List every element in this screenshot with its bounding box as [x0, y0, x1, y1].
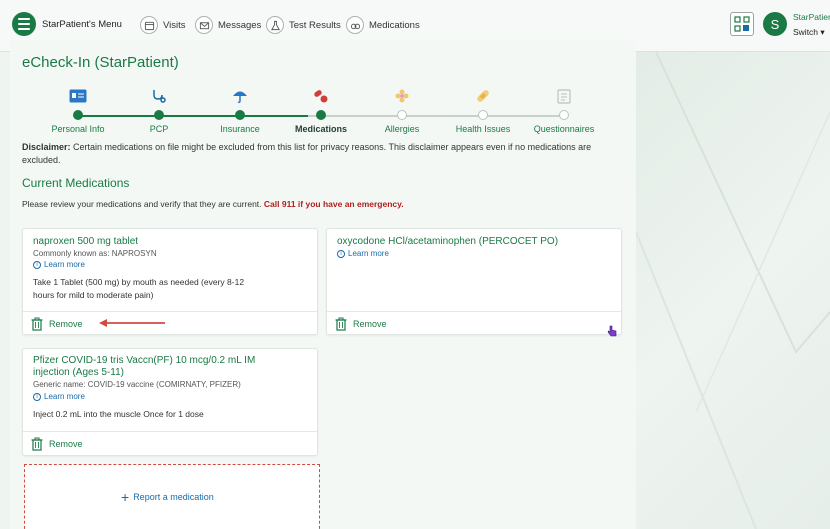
nav-medications-label: Medications [369, 19, 420, 31]
medication-card: Pfizer COVID-19 tris Vaccn(PF) 10 mcg/0.… [22, 348, 318, 456]
step-dot [397, 110, 407, 120]
switch-label: Switch [793, 27, 819, 37]
account-name[interactable]: StarPatier [793, 12, 830, 22]
remove-label: Remove [49, 439, 83, 449]
section-title: Current Medications [22, 176, 130, 190]
switch-account-button[interactable]: Switch ▾ [793, 27, 825, 38]
info-icon: i [337, 249, 345, 258]
disclaimer-text: Certain medications on file might be exc… [22, 142, 592, 165]
step-insurance[interactable]: Insurance [195, 86, 285, 134]
bandage-icon [438, 86, 528, 106]
disclaimer: Disclaimer: Certain medications on file … [22, 141, 622, 167]
card-divider [23, 431, 317, 432]
learn-more-link[interactable]: i Learn more [33, 392, 85, 401]
learn-more-label: Learn more [44, 260, 85, 269]
medication-instructions-line: Take 1 Tablet (500 mg) by mouth as neede… [33, 277, 245, 287]
step-dot [559, 110, 569, 120]
step-pcp[interactable]: PCP [114, 86, 204, 134]
trash-icon [335, 317, 347, 331]
hand-cursor-icon [607, 325, 617, 337]
nav-visits-label: Visits [163, 19, 186, 31]
pills-icon [346, 16, 364, 34]
step-label: Medications [294, 124, 347, 134]
step-health-issues[interactable]: Health Issues [438, 86, 528, 134]
report-medication-box: + Report a medication [24, 464, 320, 529]
nav-messages-label: Messages [218, 19, 262, 31]
menu-icon[interactable] [12, 12, 36, 36]
card-divider [327, 311, 621, 312]
emergency-text: Call 911 if you have an emergency. [263, 199, 404, 209]
nav-test-results[interactable]: Test Results [266, 14, 341, 36]
medication-instructions: Inject 0.2 mL into the muscle Once for 1… [33, 409, 204, 419]
qr-code-icon[interactable] [730, 12, 754, 36]
step-label: Questionnaires [533, 124, 595, 134]
instructions: Please review your medications and verif… [22, 199, 404, 209]
disclaimer-label: Disclaimer: [22, 142, 71, 152]
step-label: Health Issues [455, 124, 511, 134]
step-questionnaires[interactable]: Questionnaires [519, 86, 609, 134]
nav-test-results-label: Test Results [289, 19, 341, 31]
learn-more-link[interactable]: i Learn more [337, 249, 389, 258]
report-medication-label: Report a medication [133, 492, 214, 502]
remove-button[interactable]: Remove [31, 437, 83, 451]
echeckin-panel: eCheck-In (StarPatient) Personal Info PC… [10, 40, 636, 529]
flower-icon [357, 86, 447, 106]
step-label: Allergies [384, 124, 420, 134]
card-divider [23, 311, 317, 312]
step-dot [478, 110, 488, 120]
learn-more-label: Learn more [44, 392, 85, 401]
medication-common-name: Commonly known as: NAPROSYN [33, 249, 157, 258]
medication-name-line: Pfizer COVID-19 tris Vaccn(PF) 10 mcg/0.… [33, 355, 256, 366]
step-label: Personal Info [51, 124, 105, 134]
report-medication-button[interactable]: + Report a medication [121, 489, 214, 505]
caret-down-icon: ▾ [820, 27, 825, 37]
clipboard-icon [519, 86, 609, 106]
medication-card: naproxen 500 mg tablet Commonly known as… [22, 228, 318, 335]
avatar[interactable]: S [763, 12, 787, 36]
medication-card: oxycodone HCl/acetaminophen (PERCOCET PO… [326, 228, 622, 335]
page-title: eCheck-In (StarPatient) [22, 54, 179, 71]
medication-instructions: Take 1 Tablet (500 mg) by mouth as neede… [33, 276, 244, 302]
learn-more-label: Learn more [348, 249, 389, 258]
remove-button[interactable]: Remove [31, 317, 83, 331]
medication-name-line: injection (Ages 5-11) [33, 367, 124, 378]
nav-messages[interactable]: Messages [195, 14, 261, 36]
pills-icon [276, 86, 366, 106]
step-dot [235, 110, 245, 120]
step-dot [73, 110, 83, 120]
remove-button[interactable]: Remove [335, 317, 387, 331]
remove-label: Remove [353, 319, 387, 329]
step-dot [154, 110, 164, 120]
flask-icon [266, 16, 284, 34]
menu-label[interactable]: StarPatient's Menu [42, 19, 122, 30]
stethoscope-icon [114, 86, 204, 106]
background-decoration [636, 52, 830, 529]
medication-instructions-line: hours for mild to moderate pain) [33, 290, 154, 300]
step-personal-info[interactable]: Personal Info [33, 86, 123, 134]
id-card-icon [33, 86, 123, 106]
step-dot [316, 110, 326, 120]
learn-more-link[interactable]: i Learn more [33, 260, 85, 269]
step-medications[interactable]: Medications [276, 86, 366, 134]
medication-name: Pfizer COVID-19 tris Vaccn(PF) 10 mcg/0.… [33, 355, 255, 379]
medication-generic-name: Generic name: COVID-19 vaccine (COMIRNAT… [33, 380, 241, 389]
umbrella-icon [195, 86, 285, 106]
nav-medications[interactable]: Medications [346, 14, 420, 36]
step-allergies[interactable]: Allergies [357, 86, 447, 134]
info-icon: i [33, 260, 41, 269]
trash-icon [31, 437, 43, 451]
medication-name: oxycodone HCl/acetaminophen (PERCOCET PO… [337, 236, 559, 247]
medication-name: naproxen 500 mg tablet [33, 236, 139, 247]
annotation-arrow [99, 319, 165, 327]
nav-visits[interactable]: Visits [140, 14, 186, 36]
step-label: Insurance [220, 124, 260, 134]
remove-label: Remove [49, 319, 83, 329]
info-icon: i [33, 392, 41, 401]
instructions-text: Please review your medications and verif… [22, 199, 264, 209]
calendar-icon [140, 16, 158, 34]
envelope-icon [195, 16, 213, 34]
trash-icon [31, 317, 43, 331]
step-label: PCP [149, 124, 169, 134]
plus-icon: + [121, 489, 130, 505]
